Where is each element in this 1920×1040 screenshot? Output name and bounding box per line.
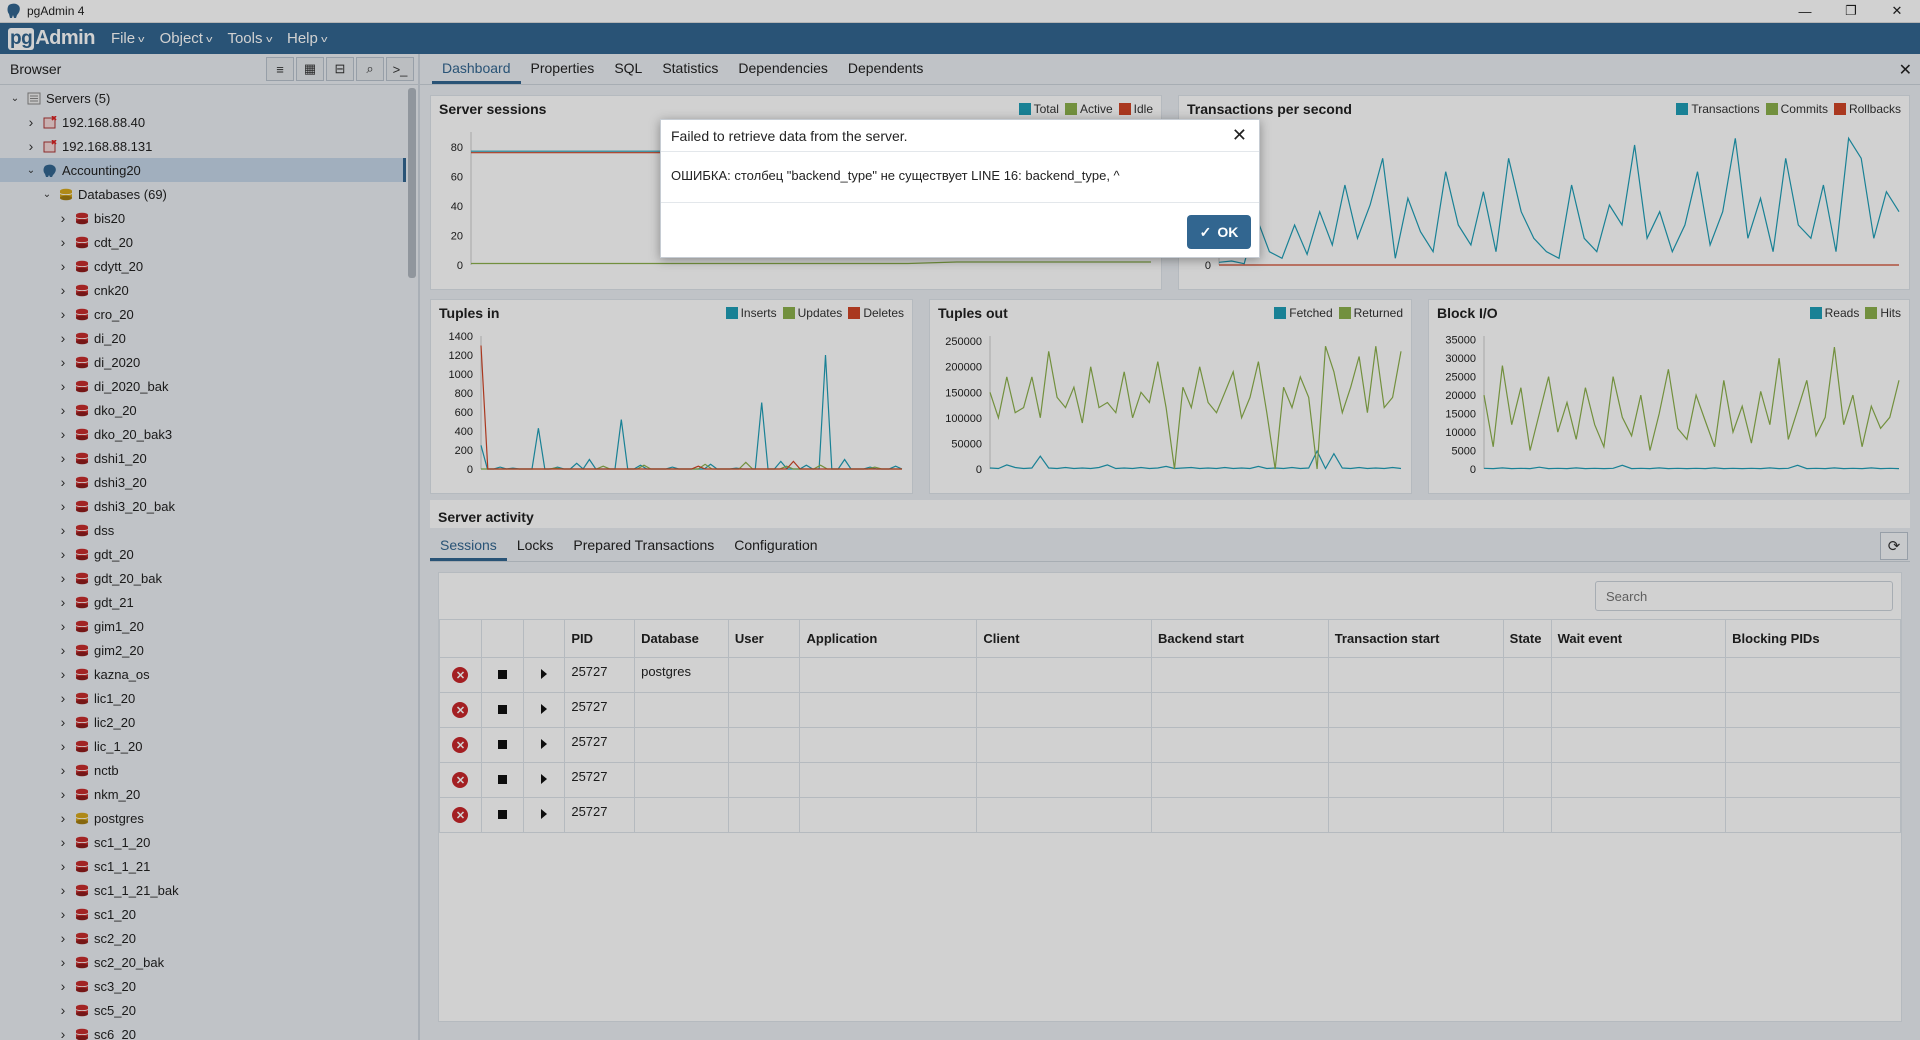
ok-button[interactable]: ✓ OK bbox=[1187, 215, 1251, 249]
dialog-message: ОШИБКА: столбец "backend_type" не сущест… bbox=[661, 152, 1259, 203]
close-icon[interactable]: ✕ bbox=[1232, 125, 1247, 146]
dialog-title: Failed to retrieve data from the server. bbox=[671, 127, 908, 144]
dialog-header: Failed to retrieve data from the server.… bbox=[661, 120, 1259, 152]
check-icon: ✓ bbox=[1199, 223, 1212, 240]
error-dialog: Failed to retrieve data from the server.… bbox=[660, 119, 1260, 258]
